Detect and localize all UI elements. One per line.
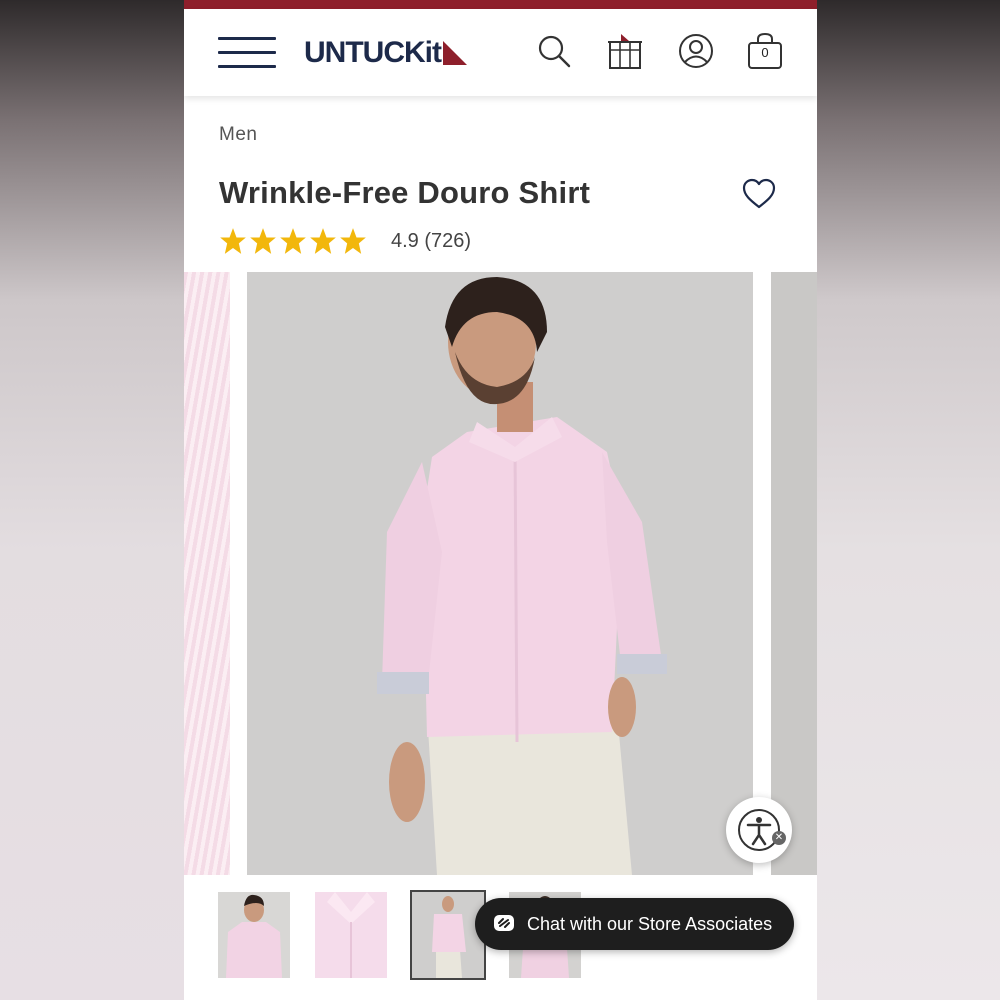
star-rating	[219, 227, 367, 255]
brand-logo[interactable]: UNTUCKit	[304, 33, 467, 73]
store-icon[interactable]	[603, 29, 647, 73]
star-icon	[310, 228, 336, 254]
model-photo	[247, 272, 753, 875]
thumbnail-2[interactable]	[315, 892, 387, 978]
star-icon	[250, 228, 276, 254]
product-rating[interactable]: 4.9 (726)	[219, 227, 471, 255]
product-image-gallery[interactable]	[184, 272, 817, 875]
chat-icon	[494, 915, 514, 931]
breadcrumb[interactable]: Men	[219, 124, 257, 146]
site-header: UNTUCKit 0	[184, 9, 817, 96]
phone-screen: UNTUCKit 0 Men Wrinkle-Free Douro Shirt …	[184, 0, 817, 1000]
thumbnail-3[interactable]	[410, 890, 486, 980]
star-icon	[340, 228, 366, 254]
logo-flag-icon	[442, 41, 467, 65]
account-icon[interactable]	[674, 29, 718, 73]
search-icon[interactable]	[532, 29, 576, 73]
accessibility-button[interactable]: ✕	[726, 797, 792, 863]
background-blur-right	[817, 0, 1000, 1000]
wishlist-heart-icon[interactable]	[742, 178, 776, 210]
rating-value: 4.9 (726)	[391, 229, 472, 252]
gallery-slide-main[interactable]	[247, 272, 753, 875]
accessibility-icon	[738, 809, 780, 851]
thumbnail-1[interactable]	[218, 892, 290, 978]
chat-label: Chat with our Store Associates	[527, 913, 773, 934]
star-icon	[220, 228, 246, 254]
background-blur-left	[0, 0, 184, 1000]
menu-icon[interactable]	[218, 37, 276, 69]
chat-button[interactable]: Chat with our Store Associates	[475, 898, 794, 950]
gallery-slide-fabric[interactable]	[184, 272, 230, 875]
cart-count-badge: 0	[761, 45, 769, 60]
product-title: Wrinkle-Free Douro Shirt	[219, 175, 591, 210]
logo-text: UNTUCKit	[304, 36, 442, 69]
top-accent-bar	[184, 0, 817, 9]
star-icon	[280, 228, 306, 254]
close-icon[interactable]: ✕	[772, 831, 786, 845]
review-count: (726)	[424, 229, 472, 252]
cart-icon[interactable]: 0	[743, 29, 787, 73]
gallery-slide-next[interactable]	[771, 272, 817, 875]
